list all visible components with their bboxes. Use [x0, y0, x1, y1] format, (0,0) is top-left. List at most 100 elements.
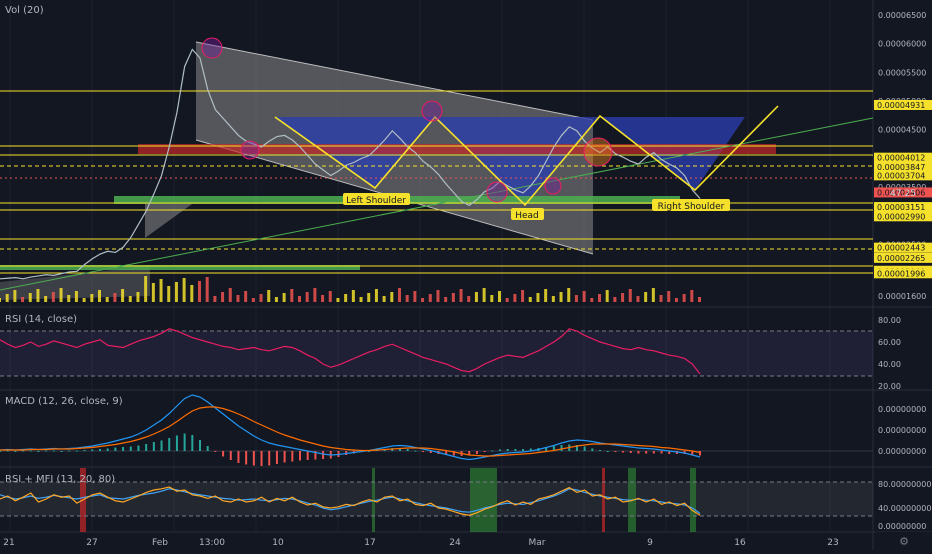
volume-bar [413, 291, 417, 302]
macd-histogram-bar [106, 448, 109, 451]
level-label: 0.00003151 [877, 203, 925, 212]
volume-bar [544, 289, 548, 302]
volume-bar [436, 290, 440, 302]
volume-bar [428, 294, 432, 302]
macd-histogram-bar [245, 451, 248, 465]
macd-histogram-bar [283, 451, 286, 463]
volume-bar [13, 290, 17, 302]
volume-bar [74, 291, 78, 302]
macd-histogram-bar [606, 451, 609, 452]
macd-histogram-bar [252, 451, 255, 466]
volume-bar [659, 295, 663, 302]
settings-gear-icon[interactable]: ⚙ [899, 535, 909, 548]
annotation-head: Head [511, 208, 544, 221]
level-label: 0.00002990 [877, 212, 925, 221]
annotation-right-shoulder: Right Shoulder [652, 199, 730, 212]
tradingview-chart[interactable]: Left Shoulder Head Right Shoulder Vol (2… [0, 0, 932, 550]
volume-bar [174, 282, 178, 302]
level-label: 0.00001996 [877, 269, 925, 278]
macd-histogram-bar [68, 450, 71, 452]
volume-bar [598, 294, 601, 302]
volume-bar [421, 298, 425, 302]
rsi-tick-label: 40.00 [878, 360, 901, 369]
volume-bar [36, 289, 40, 302]
macd-histogram-bar [229, 451, 232, 460]
macd-histogram-bar [475, 451, 478, 454]
volume-bar [474, 292, 478, 302]
volume-bar [390, 292, 394, 302]
candle-countdown: 47:25 [890, 189, 916, 199]
volume-bar [459, 289, 463, 302]
macd-histogram-bar [214, 451, 217, 452]
macd-histogram-bar [406, 449, 409, 451]
mfi-pane-title: RSI + MFI (13, 20, 80) [5, 474, 115, 485]
rsi-pane-title: RSI (14, close) [5, 314, 77, 325]
volume-bar [528, 297, 532, 302]
macd-histogram-bar [237, 451, 240, 463]
time-tick-label: 17 [364, 538, 375, 548]
time-tick-label: 13:00 [199, 538, 225, 548]
macd-histogram-bar [614, 451, 617, 452]
volume-bar [298, 296, 301, 302]
price-tick-label: 0.00001600 [878, 292, 926, 301]
volume-bar [313, 288, 317, 302]
volume-bar [605, 290, 609, 302]
volume-bar [236, 295, 240, 302]
macd-histogram-bar [483, 451, 486, 452]
volume-pane-title: Vol (20) [5, 5, 44, 16]
volume-bar [82, 298, 86, 302]
mfi-tick-label: 40.00000000 [878, 504, 931, 513]
time-tick-label: 10 [272, 538, 284, 548]
volume-bar [382, 296, 386, 302]
volume-bar [290, 289, 294, 302]
macd-histogram-bar [514, 449, 517, 451]
volume-bar [667, 291, 671, 302]
macd-histogram-bar [168, 438, 171, 451]
macd-axis: 0.00000000 0.00000000 0.00000000 [878, 405, 926, 456]
volume-bar [21, 297, 25, 302]
volume-bar [44, 296, 48, 302]
volume-bar [321, 295, 325, 302]
macd-pane-title: MACD (12, 26, close, 9) [5, 396, 123, 407]
volume-bar [0, 298, 1, 302]
macd-histogram-bar [45, 450, 48, 452]
time-tick-label: 21 [3, 538, 14, 548]
svg-text:Right Shoulder: Right Shoulder [658, 202, 725, 212]
annotation-left-shoulder: Left Shoulder [343, 193, 410, 206]
volume-bar [367, 293, 371, 302]
volume-bar [167, 286, 171, 302]
mfi-tick-label: 80.00000000 [878, 480, 931, 489]
svg-text:Head: Head [515, 211, 539, 221]
volume-bar [159, 279, 163, 302]
volume-bar [359, 297, 363, 302]
macd-histogram-bar [52, 450, 55, 452]
macd-histogram-bar [506, 449, 509, 451]
volume-bar [274, 297, 278, 302]
macd-histogram-bar [522, 449, 525, 451]
mfi-tick-label: 0.00000000 [878, 522, 926, 531]
volume-bar [121, 289, 125, 302]
macd-histogram-bar [622, 451, 625, 453]
macd-histogram-bar [599, 450, 601, 451]
macd-histogram-bar [629, 451, 632, 453]
volume-bar [136, 292, 140, 302]
volume-bar [690, 290, 694, 302]
volume-bar [551, 296, 555, 302]
price-tick-label: 0.00006000 [878, 40, 926, 49]
macd-histogram-bar [114, 447, 117, 451]
volume-bar [582, 291, 586, 302]
time-tick-label: 27 [86, 538, 97, 548]
time-tick-label: 24 [449, 538, 461, 548]
rsi-tick-label: 20.00 [878, 382, 901, 391]
volume-bar [105, 297, 109, 302]
macd-histogram-bar [422, 451, 425, 452]
volume-bar [190, 285, 194, 302]
macd-histogram-bar [99, 449, 101, 451]
macd-histogram-bar [499, 449, 501, 451]
volume-bar [621, 293, 625, 302]
volume-bar [98, 290, 101, 302]
macd-histogram-bar [183, 433, 186, 451]
macd-histogram-bar [660, 451, 663, 454]
volume-bar [536, 293, 540, 302]
macd-histogram-bar [191, 435, 194, 451]
